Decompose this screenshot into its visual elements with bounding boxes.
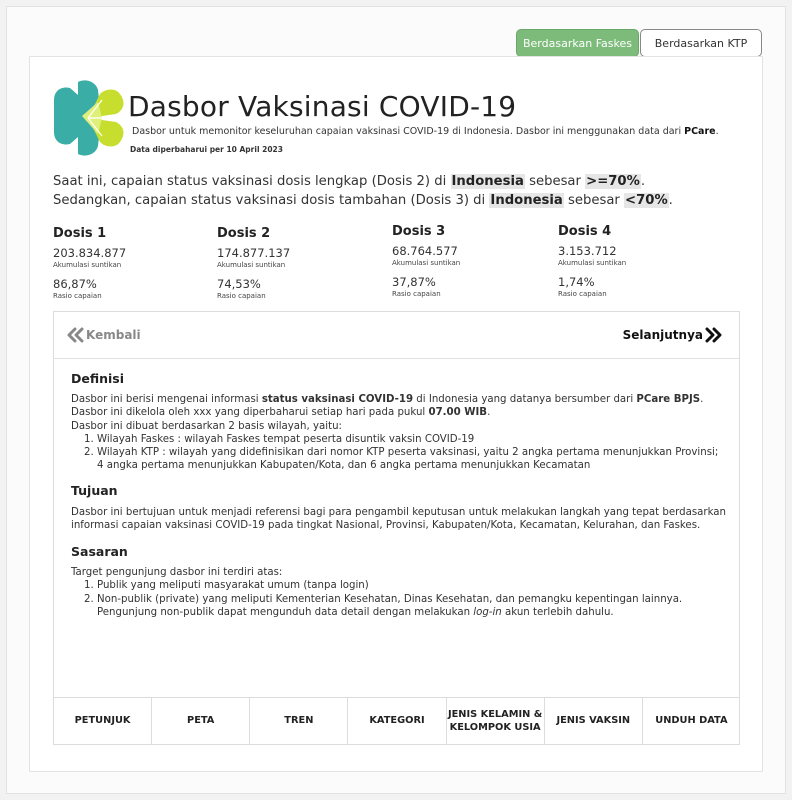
list-item: Wilayah Faskes : wilayah Faskes tempat p… (97, 433, 726, 446)
list-item: Non-publik (private) yang meliputi Kemen… (97, 593, 726, 619)
back-label: Kembali (86, 328, 141, 342)
panel-navbar: Kembali Selanjutnya (54, 312, 739, 359)
info-panel: Kembali Selanjutnya Definisi Dasbor ini … (53, 311, 740, 745)
dose-name: Dosis 2 (217, 226, 271, 241)
sasaran-intro: Target pengunjung dasbor ini terdiri ata… (71, 567, 283, 579)
definisi-heading: Definisi (71, 371, 125, 386)
dose-value-label: Akumulasi suntikan (217, 261, 286, 269)
next-label: Selanjutnya (622, 328, 703, 342)
tujuan-heading: Tujuan (71, 483, 118, 499)
dose-1-card: Dosis 1 203.834.877 Akumulasi suntikan 8… (53, 226, 203, 300)
bottom-tab-bar: PETUNJUK PETA TREN KATEGORI JENIS KELAMI… (54, 697, 740, 745)
kemenkes-logo (54, 80, 124, 156)
dose-ratio-label: Rasio capaian (392, 290, 441, 298)
definisi-paragraph: Dasbor ini berisi mengenai informasi sta… (71, 394, 704, 419)
definisi-section: Definisi Dasbor ini berisi mengenai info… (71, 372, 726, 472)
dose-ratio-label: Rasio capaian (53, 292, 102, 300)
list-item: Wilayah KTP : wilayah yang didefinisikan… (97, 446, 726, 472)
tab-jenis-kelamin-usia[interactable]: JENIS KELAMIN & KELOMPOK USIA (447, 698, 545, 745)
sasaran-list: Publik yang meliputi masyarakat umum (ta… (97, 579, 726, 619)
tab-peta[interactable]: PETA (152, 698, 251, 745)
sasaran-section: Sasaran Target pengunjung dasbor ini ter… (71, 545, 726, 619)
definisi-list: Wilayah Faskes : wilayah Faskes tempat p… (97, 433, 726, 473)
dose-value: 3.153.712 (558, 244, 617, 258)
dose-value: 68.764.577 (392, 244, 458, 258)
definisi-basis-intro: Dasbor ini dibuat berdasarkan 2 basis wi… (71, 420, 342, 432)
dose-ratio-label: Rasio capaian (217, 292, 266, 300)
info-content: Definisi Dasbor ini berisi mengenai info… (71, 372, 726, 619)
sasaran-heading: Sasaran (71, 544, 128, 560)
tab-kategori[interactable]: KATEGORI (348, 698, 447, 745)
updated-date: Data diperbaharui per 10 April 2023 (130, 145, 283, 154)
dose-4-card: Dosis 4 3.153.712 Akumulasi suntikan 1,7… (558, 224, 708, 298)
dose-ratio: 1,74% (558, 275, 595, 289)
summary-statement: Saat ini, capaian status vaksinasi dosis… (53, 174, 673, 208)
page-subtitle: Dasbor untuk memonitor keseluruhan capai… (132, 126, 719, 137)
dose-ratio-label: Rasio capaian (558, 290, 607, 298)
dose-value-label: Akumulasi suntikan (558, 259, 627, 267)
list-item: Publik yang meliputi masyarakat umum (ta… (97, 579, 726, 592)
dose-value: 174.877.137 (217, 246, 291, 260)
dose-ratio: 74,53% (217, 277, 261, 291)
double-chevron-left-icon (67, 327, 84, 343)
dose-name: Dosis 4 (558, 224, 612, 239)
next-button[interactable]: Selanjutnya (623, 327, 723, 343)
dose-ratio: 86,87% (53, 277, 97, 291)
double-chevron-right-icon (705, 327, 722, 343)
dose-ratio: 37,87% (392, 275, 436, 289)
toggle-ktp-button[interactable]: Berdasarkan KTP (640, 29, 762, 57)
tujuan-paragraph: Dasbor ini bertujuan untuk menjadi refer… (71, 506, 726, 531)
page-title: Dasbor Vaksinasi COVID-19 (128, 90, 517, 123)
dose-value-label: Akumulasi suntikan (53, 261, 122, 269)
toggle-faskes-button[interactable]: Berdasarkan Faskes (516, 29, 639, 57)
tab-unduh-data[interactable]: UNDUH DATA (643, 698, 740, 745)
tujuan-section: Tujuan Dasbor ini bertujuan untuk menjad… (71, 484, 726, 532)
tab-petunjuk[interactable]: PETUNJUK (54, 698, 153, 745)
dose-2-card: Dosis 2 174.877.137 Akumulasi suntikan 7… (217, 226, 367, 300)
dose-value: 203.834.877 (53, 246, 127, 260)
dose-name: Dosis 3 (392, 224, 446, 239)
back-button[interactable]: Kembali (66, 327, 141, 343)
tab-tren[interactable]: TREN (250, 698, 349, 745)
dose-name: Dosis 1 (53, 226, 107, 241)
dose-value-label: Akumulasi suntikan (392, 259, 461, 267)
dose-3-card: Dosis 3 68.764.577 Akumulasi suntikan 37… (392, 224, 542, 298)
tab-jenis-vaksin[interactable]: JENIS VAKSIN (545, 698, 643, 745)
